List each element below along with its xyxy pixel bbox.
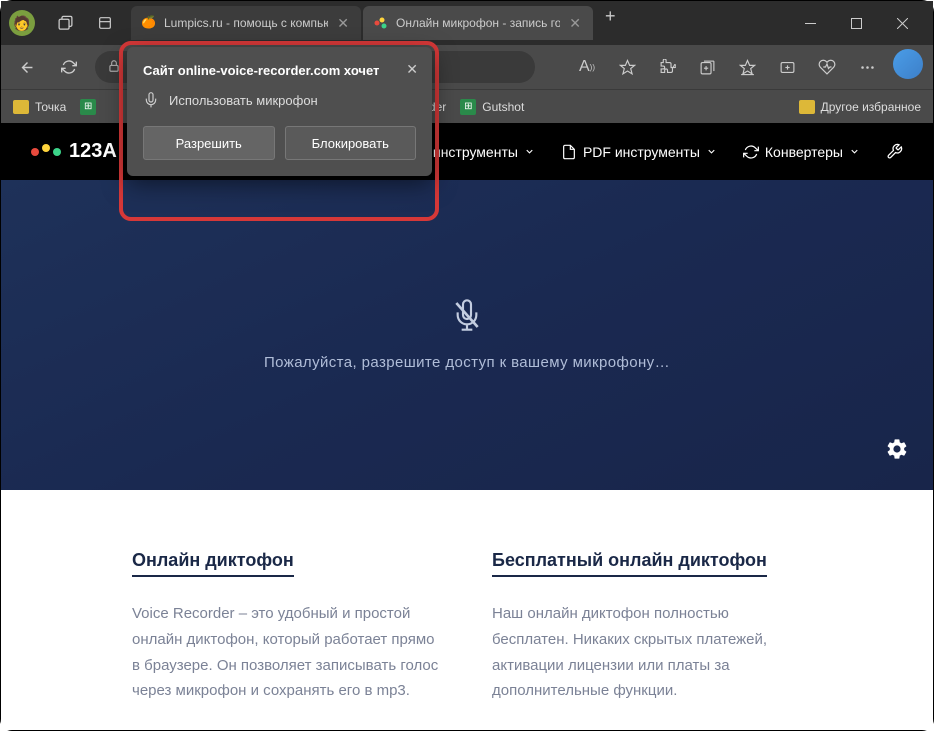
profile-avatar[interactable]: 🧑 — [9, 10, 35, 36]
chevron-down-icon — [849, 146, 860, 157]
back-button[interactable] — [11, 51, 43, 83]
tab-title: Lumpics.ru - помощь с компьюте — [164, 16, 328, 30]
folder-icon — [13, 100, 29, 114]
minimize-button[interactable] — [787, 7, 833, 39]
info-column: Бесплатный онлайн диктофон Наш онлайн ди… — [492, 550, 802, 704]
favorites-bar-icon[interactable] — [729, 49, 765, 85]
bookmark-item[interactable]: ⊞Gutshot — [460, 99, 524, 115]
close-icon[interactable]: ✕ — [335, 15, 351, 32]
window-controls — [787, 7, 925, 39]
close-icon[interactable]: ✕ — [406, 61, 418, 78]
chevron-down-icon — [524, 146, 535, 157]
lock-icon — [107, 59, 121, 76]
close-button[interactable] — [879, 7, 925, 39]
hero-message: Пожалуйста, разрешите доступ к вашему ми… — [264, 354, 670, 371]
app-icon[interactable] — [769, 49, 805, 85]
nav-converters[interactable]: Конвертеры — [743, 144, 860, 160]
info-section: Онлайн диктофон Voice Recorder – это удо… — [1, 490, 933, 730]
browser-titlebar: 🧑 🍊 Lumpics.ru - помощь с компьюте ✕ Онл… — [1, 1, 933, 45]
tab-actions-icon[interactable] — [87, 5, 123, 41]
sheets-icon: ⊞ — [80, 99, 96, 115]
nav-pdf-tools[interactable]: PDF инструменты — [561, 144, 717, 160]
workspaces-icon[interactable] — [47, 5, 83, 41]
copilot-button[interactable] — [893, 49, 923, 79]
column-title: Онлайн диктофон — [132, 550, 294, 577]
info-column: Онлайн диктофон Voice Recorder – это удо… — [132, 550, 442, 704]
bookmark-item[interactable]: ⊞ — [80, 99, 96, 115]
performance-icon[interactable] — [809, 49, 845, 85]
browser-tab[interactable]: Онлайн микрофон - запись голо ✕ — [363, 6, 593, 40]
column-body: Наш онлайн диктофон полностью бесплатен.… — [492, 601, 802, 704]
new-tab-button[interactable]: + — [595, 6, 626, 40]
more-icon[interactable] — [849, 49, 885, 85]
bookmark-item[interactable]: Точка — [13, 100, 66, 114]
document-icon — [561, 144, 577, 160]
refresh-icon — [743, 144, 759, 160]
page-viewport: 123A ио инструменты PDF инструменты Конв… — [1, 123, 933, 730]
permission-dialog: Сайт online-voice-recorder.com хочет ✕ И… — [127, 47, 432, 176]
column-body: Voice Recorder – это удобный и простой о… — [132, 601, 442, 704]
tab-favicon-icon — [373, 15, 389, 31]
tools-icon — [886, 143, 903, 160]
microphone-icon — [143, 92, 159, 108]
site-logo[interactable]: 123A — [31, 140, 117, 163]
extensions-icon[interactable] — [649, 49, 685, 85]
permission-request-text: Использовать микрофон — [169, 93, 318, 108]
tab-strip: 🍊 Lumpics.ru - помощь с компьюте ✕ Онлай… — [131, 6, 783, 40]
browser-tab[interactable]: 🍊 Lumpics.ru - помощь с компьюте ✕ — [131, 6, 361, 40]
logo-dots-icon — [31, 148, 61, 156]
maximize-button[interactable] — [833, 7, 879, 39]
refresh-button[interactable] — [53, 51, 85, 83]
bookmark-other-folder[interactable]: Другое избранное — [799, 100, 921, 114]
folder-icon — [799, 100, 815, 114]
collections-icon[interactable] — [689, 49, 725, 85]
chevron-down-icon — [706, 146, 717, 157]
microphone-muted-icon — [451, 299, 483, 336]
hero-section: Пожалуйста, разрешите доступ к вашему ми… — [1, 180, 933, 490]
favorite-icon[interactable] — [609, 49, 645, 85]
settings-button[interactable] — [885, 437, 909, 466]
block-button[interactable]: Блокировать — [285, 126, 417, 160]
close-icon[interactable]: ✕ — [567, 15, 583, 32]
permission-request-row: Использовать микрофон — [143, 92, 416, 108]
allow-button[interactable]: Разрешить — [143, 126, 275, 160]
tab-favicon-icon: 🍊 — [141, 15, 157, 31]
permission-title: Сайт online-voice-recorder.com хочет — [143, 63, 416, 78]
nav-tools[interactable] — [886, 143, 903, 160]
tab-title: Онлайн микрофон - запись голо — [396, 16, 560, 30]
column-title: Бесплатный онлайн диктофон — [492, 550, 767, 577]
read-aloud-icon[interactable]: A)) — [569, 49, 605, 85]
sheets-icon: ⊞ — [460, 99, 476, 115]
